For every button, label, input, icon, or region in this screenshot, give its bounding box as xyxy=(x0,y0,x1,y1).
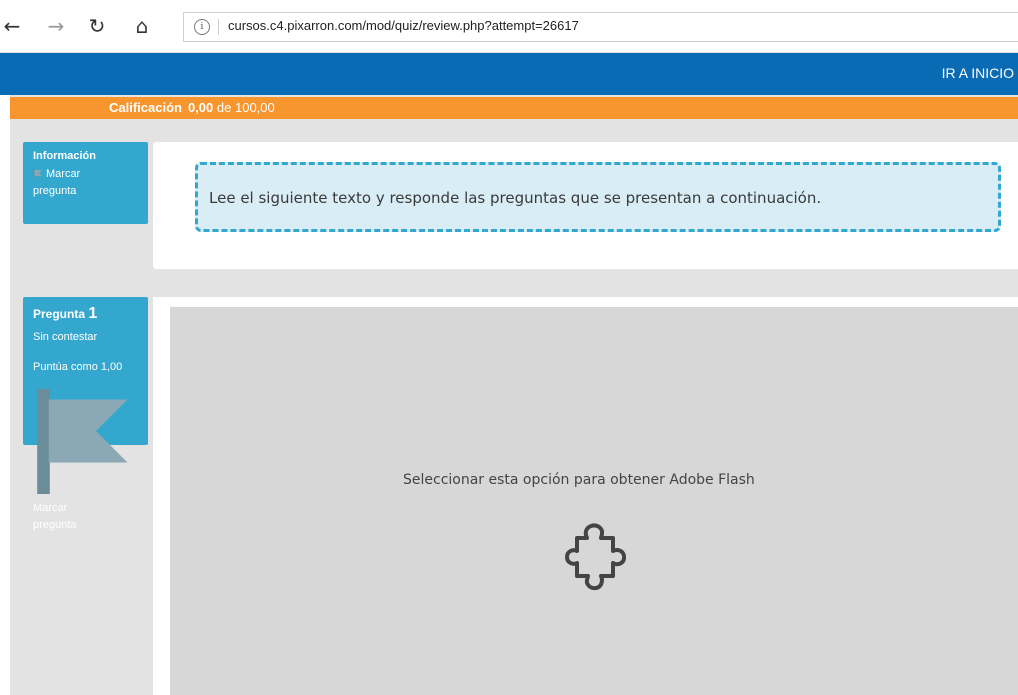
grade-label: Calificación xyxy=(109,100,182,115)
instruction-text: Lee el siguiente texto y responde las pr… xyxy=(209,189,822,207)
address-bar[interactable]: i cursos.c4.pixarron.com/mod/quiz/review… xyxy=(183,12,1018,42)
info-title: Información xyxy=(33,150,96,162)
flag-label-2: pregunta xyxy=(33,185,77,197)
forward-button[interactable]: → xyxy=(44,14,68,38)
back-button[interactable]: ← xyxy=(0,14,24,38)
info-question-box: Información Marcar pregunta xyxy=(23,142,148,224)
address-separator xyxy=(218,19,219,35)
question-label: Pregunta xyxy=(33,307,86,321)
question-info-box: Pregunta 1 Sin contestar Puntúa como 1,0… xyxy=(23,297,148,531)
flash-placeholder[interactable]: Seleccionar esta opción para obtener Ado… xyxy=(170,307,1018,695)
question-score: Puntúa como 1,00 xyxy=(33,361,123,373)
flag-question-link-2[interactable]: Marcar pregunta xyxy=(33,389,138,534)
flash-message[interactable]: Seleccionar esta opción para obtener Ado… xyxy=(403,472,755,488)
grade-value: 0,00 xyxy=(187,100,214,115)
flag-label-2: pregunta xyxy=(33,519,77,531)
question-status: Sin contestar xyxy=(33,331,98,343)
url-text[interactable]: cursos.c4.pixarron.com/mod/quiz/review.p… xyxy=(228,18,579,33)
info-icon[interactable]: i xyxy=(194,19,210,35)
browser-toolbar: ← → ↻ ⌂ i cursos.c4.pixarron.com/mod/qui… xyxy=(0,0,1018,53)
flag-label-1: Marcar xyxy=(33,502,68,514)
instruction-notice: Lee el siguiente texto y responde las pr… xyxy=(195,162,1001,232)
question-number: 1 xyxy=(88,305,98,322)
refresh-button[interactable]: ↻ xyxy=(85,14,109,38)
flag-question-link[interactable]: Marcar pregunta xyxy=(33,166,138,200)
flag-label-1: Marcar xyxy=(46,168,81,180)
grade-bar: Calificación 0,00 de 100,00 xyxy=(10,97,1018,119)
grade-max: de 100,00 xyxy=(216,100,275,115)
question-title: Pregunta 1 xyxy=(33,305,138,323)
puzzle-icon[interactable] xyxy=(563,520,627,594)
home-link[interactable]: IR A INICIO xyxy=(942,65,1014,81)
flag-icon xyxy=(33,169,42,180)
site-header: IR A INICIO xyxy=(0,53,1018,95)
grade-summary: Calificación 0,00 de 100,00 xyxy=(109,100,275,115)
flag-icon xyxy=(37,389,128,494)
home-button[interactable]: ⌂ xyxy=(130,14,154,38)
